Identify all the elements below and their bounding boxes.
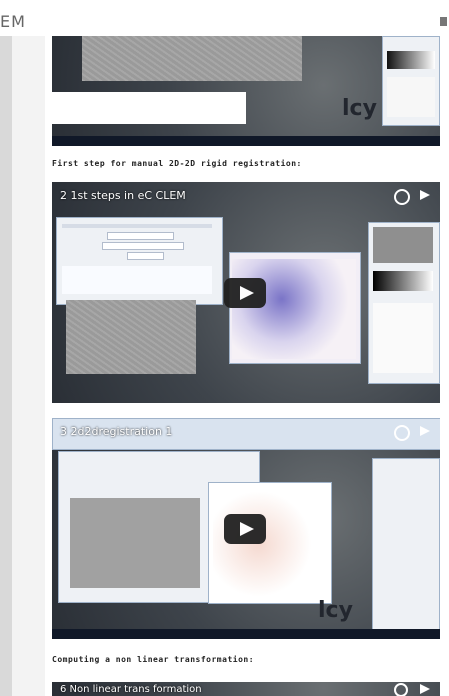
icy-logo: lcy (342, 96, 377, 121)
side-panel (382, 36, 440, 126)
video-2-side-panel (372, 458, 440, 635)
left-rail-inner (12, 36, 45, 696)
video-1[interactable]: 2 1st steps in eC CLEM (52, 182, 440, 403)
video-2-title[interactable]: 3 2d2dregistration 1 (60, 425, 172, 438)
microscopy-image (82, 36, 302, 81)
clock-icon[interactable] (394, 189, 410, 205)
video-1-title[interactable]: 2 1st steps in eC CLEM (60, 189, 186, 202)
taskbar (52, 136, 440, 146)
video-3-title[interactable]: 6 Non linear trans formation (60, 684, 202, 695)
console-output (52, 92, 246, 124)
caption-nonlinear: Computing a non linear transformation: (52, 655, 255, 664)
fluorescence-window (229, 252, 361, 364)
site-header: EM (0, 0, 449, 36)
video-2[interactable]: lcy 3 2d2dregistration 1 (52, 418, 440, 639)
share-icon[interactable] (420, 190, 430, 200)
share-icon-2[interactable] (420, 426, 430, 436)
video-1-em-image (66, 300, 196, 374)
clock-icon-2[interactable] (394, 425, 410, 441)
share-icon-3[interactable] (420, 684, 430, 694)
taskbar-2 (52, 629, 440, 639)
caption-first-step: First step for manual 2D-2D rigid regist… (52, 159, 302, 168)
site-title: EM (0, 12, 26, 31)
ec-clem-dialog (56, 217, 223, 305)
screenshot-icy-top: lcy (52, 36, 440, 146)
play-icon-2[interactable] (224, 514, 266, 544)
menu-icon[interactable] (440, 17, 447, 26)
video-3[interactable]: 6 Non linear trans formation (52, 682, 440, 696)
clock-icon-3[interactable] (394, 683, 408, 696)
video-2-em-image (70, 498, 200, 588)
video-1-side-panel (368, 222, 440, 384)
play-icon[interactable] (224, 278, 266, 308)
left-rail (0, 36, 12, 696)
icy-logo-2: lcy (318, 598, 353, 623)
